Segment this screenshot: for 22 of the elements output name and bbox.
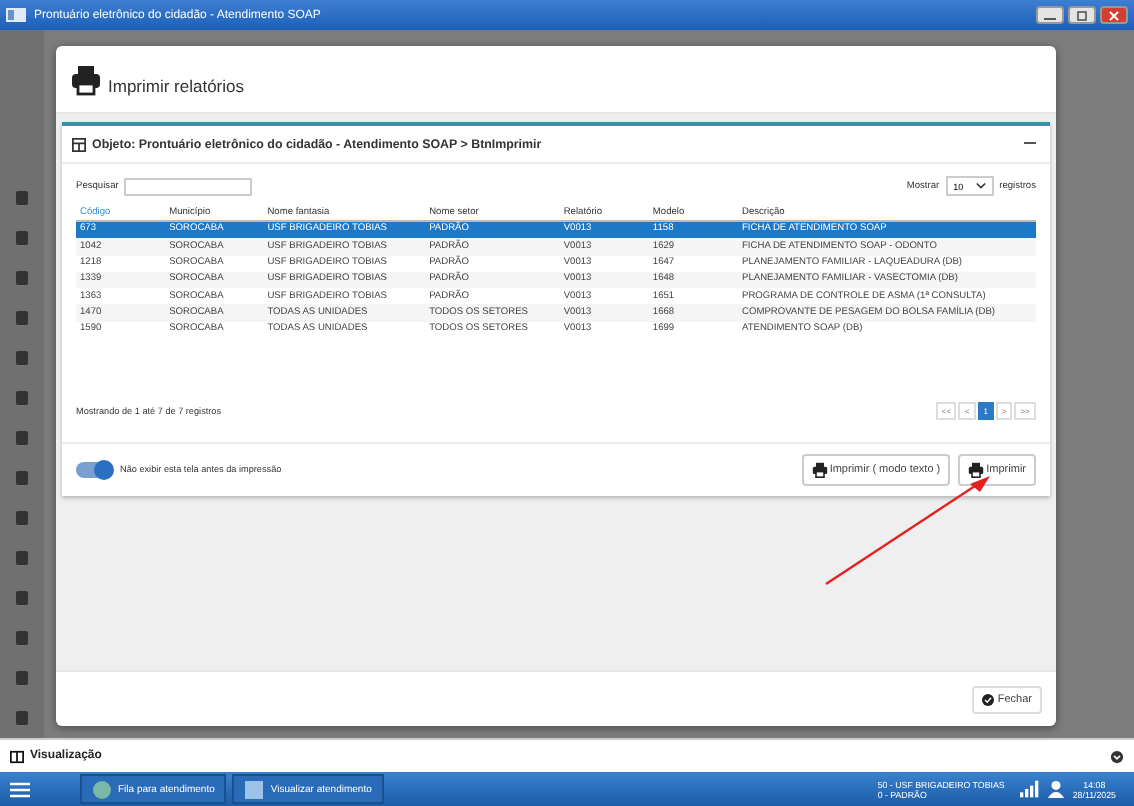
table-icon: [72, 137, 86, 151]
window-icon: [244, 779, 265, 799]
search-field[interactable]: [124, 177, 253, 195]
signal-icon: [1020, 780, 1041, 798]
printer-icon: [811, 461, 828, 478]
minimize-button[interactable]: [1036, 6, 1064, 24]
chevron-icon[interactable]: [1110, 749, 1124, 763]
toggle-switch[interactable]: [76, 461, 112, 478]
close-button[interactable]: [1100, 6, 1128, 24]
printer-icon: [968, 461, 985, 478]
panel-icon: [10, 749, 24, 763]
printer-icon: [70, 63, 102, 95]
collapse-button[interactable]: [1024, 138, 1040, 150]
maximize-button[interactable]: [1068, 6, 1096, 24]
close-icon: [1104, 9, 1124, 21]
window-icon: [6, 8, 26, 22]
maximize-icon: [1072, 9, 1092, 21]
user-icon[interactable]: [1046, 780, 1067, 798]
check-circle-icon: [981, 693, 994, 705]
menu-icon: [10, 781, 30, 797]
dialog-title: Imprimir relatórios: [108, 75, 245, 95]
chevron-down-icon: [975, 182, 986, 190]
